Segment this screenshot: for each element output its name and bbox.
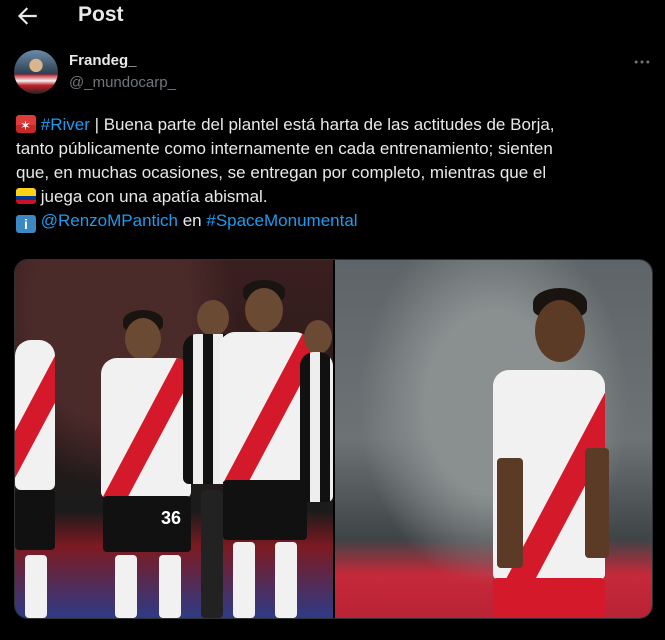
- siren-emoji: [16, 114, 36, 138]
- jersey-number: 36: [161, 508, 182, 528]
- left-photo[interactable]: 36: [15, 260, 333, 618]
- post-line-4: juega con una apatía abismal.: [36, 187, 268, 206]
- post-text: #River | Buena parte del plantel está ha…: [16, 113, 656, 233]
- author-name[interactable]: Frandeg_: [69, 52, 137, 69]
- avatar[interactable]: [14, 50, 58, 94]
- player-figure: [15, 340, 55, 618]
- post-line-1: | Buena parte del plantel está harta de …: [89, 115, 555, 134]
- hashtag-river-link[interactable]: #River: [41, 115, 90, 134]
- top-bar: Post: [0, 0, 665, 32]
- info-emoji: i: [16, 215, 36, 233]
- right-photo[interactable]: [335, 260, 652, 618]
- post-media[interactable]: 36: [14, 259, 653, 619]
- post-connector: en: [178, 211, 207, 230]
- hashtag-space-link[interactable]: #SpaceMonumental: [206, 211, 357, 230]
- author-handle[interactable]: @_mundocarp_: [69, 74, 176, 91]
- post-line-2: tanto públicamente como internamente en …: [16, 139, 553, 158]
- page-title: Post: [78, 3, 124, 26]
- player-figure: [300, 320, 333, 618]
- back-arrow-icon[interactable]: [14, 3, 40, 29]
- more-options-icon[interactable]: [632, 52, 652, 72]
- mention-link[interactable]: @RenzoMPantich: [41, 211, 178, 230]
- player-figure: [489, 288, 639, 618]
- colombia-flag-emoji: [16, 188, 36, 204]
- post-line-3: que, en muchas ocasiones, se entregan po…: [16, 163, 547, 182]
